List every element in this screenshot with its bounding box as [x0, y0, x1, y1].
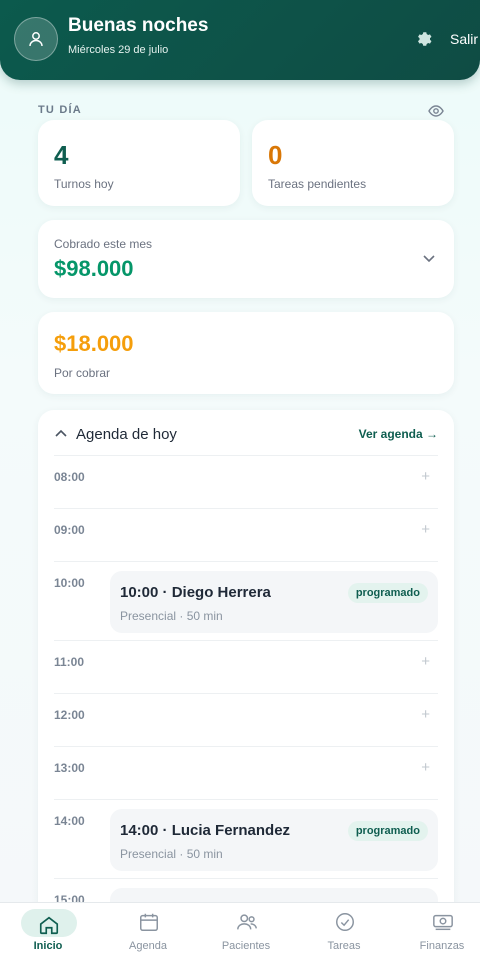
time-slot: 14:00 14:00 · Lucia Fernandez Presencial… — [54, 799, 438, 878]
nav-agenda[interactable]: Agenda — [100, 903, 196, 960]
app-header: Buenas noches Miércoles 29 de julio Sali… — [0, 0, 480, 80]
add-slot-icon[interactable]: + — [421, 521, 430, 538]
status-badge: programado — [347, 821, 428, 841]
ver-agenda-link[interactable]: Ver agenda → — [359, 427, 438, 441]
nav-inicio[interactable]: Inicio — [0, 903, 96, 960]
nav-label: Pacientes — [221, 940, 271, 952]
nav-label: Finanzas — [419, 940, 465, 952]
tareas-label: Tareas pendientes — [268, 177, 367, 191]
appointment-title: 14:00 · Lucia Fernandez — [120, 822, 291, 839]
money-icon — [433, 914, 453, 931]
avatar[interactable] — [14, 17, 58, 61]
user-icon — [29, 32, 43, 47]
slot-time: 10:00 — [54, 576, 85, 590]
section-label: TU DÍA — [38, 104, 82, 116]
eye-icon[interactable] — [428, 104, 444, 118]
add-slot-icon[interactable]: + — [421, 653, 430, 670]
agenda-card: Agenda de hoy Ver agenda → 08:00 + 09:00… — [38, 410, 454, 960]
time-slot[interactable]: 08:00 + — [54, 455, 438, 508]
tareas-count: 0 — [268, 140, 283, 170]
turnos-label: Turnos hoy — [54, 177, 114, 191]
slot-time: 13:00 — [54, 761, 85, 775]
cobrado-amount: $98.000 — [54, 256, 134, 281]
cobrado-card[interactable]: Cobrado este mes $98.000 — [38, 220, 454, 298]
nav-label: Inicio — [33, 940, 63, 952]
calendar-icon — [140, 913, 158, 931]
turnos-count: 4 — [54, 140, 69, 170]
greeting: Buenas noches — [68, 15, 209, 36]
gear-icon[interactable] — [414, 30, 432, 48]
appointment-title: 10:00 · Diego Herrera — [120, 584, 271, 601]
por-cobrar-amount: $18.000 — [54, 331, 134, 356]
users-icon — [237, 914, 257, 930]
nav-label: Tareas — [327, 940, 361, 952]
time-slot[interactable]: 11:00 + — [54, 640, 438, 693]
bottom-nav: Inicio Agenda Pacientes Tareas Finanzas — [0, 902, 480, 960]
add-slot-icon[interactable]: + — [421, 468, 430, 485]
time-slot[interactable]: 12:00 + — [54, 693, 438, 746]
appointment-detail: Presencial · 50 min — [120, 609, 223, 623]
tareas-card[interactable]: 0 Tareas pendientes — [252, 120, 454, 206]
por-cobrar-label: Por cobrar — [54, 366, 111, 380]
appointment-detail: Presencial · 50 min — [120, 847, 223, 861]
home-icon — [39, 916, 59, 935]
turnos-card[interactable]: 4 Turnos hoy — [38, 120, 240, 206]
slot-time: 12:00 — [54, 708, 85, 722]
slot-time: 11:00 — [54, 655, 85, 669]
logout-button[interactable]: Salir — [450, 31, 478, 47]
slot-time: 08:00 — [54, 470, 85, 484]
time-slot[interactable]: 13:00 + — [54, 746, 438, 799]
add-slot-icon[interactable]: + — [421, 759, 430, 776]
cobrado-label: Cobrado este mes — [54, 237, 153, 251]
chevron-up-icon[interactable] — [54, 428, 68, 438]
appointment-card[interactable]: 14:00 · Lucia Fernandez Presencial · 50 … — [110, 809, 438, 871]
current-date: Miércoles 29 de julio — [68, 44, 169, 56]
nav-label: Agenda — [129, 940, 167, 952]
por-cobrar-card[interactable]: $18.000 Por cobrar — [38, 312, 454, 394]
nav-pacientes[interactable]: Pacientes — [198, 903, 294, 960]
slot-time: 09:00 — [54, 523, 85, 537]
nav-tareas[interactable]: Tareas — [296, 903, 392, 960]
time-slot: 10:00 10:00 · Diego Herrera Presencial ·… — [54, 561, 438, 640]
check-circle-icon — [336, 913, 354, 931]
appointment-card[interactable]: 10:00 · Diego Herrera Presencial · 50 mi… — [110, 571, 438, 633]
chevron-down-icon[interactable] — [422, 254, 436, 264]
nav-finanzas[interactable]: Finanzas — [384, 903, 480, 960]
status-badge: programado — [347, 583, 428, 603]
slot-time: 14:00 — [54, 814, 85, 828]
add-slot-icon[interactable]: + — [421, 706, 430, 723]
agenda-title[interactable]: Agenda de hoy — [76, 426, 177, 443]
time-slot[interactable]: 09:00 + — [54, 508, 438, 561]
